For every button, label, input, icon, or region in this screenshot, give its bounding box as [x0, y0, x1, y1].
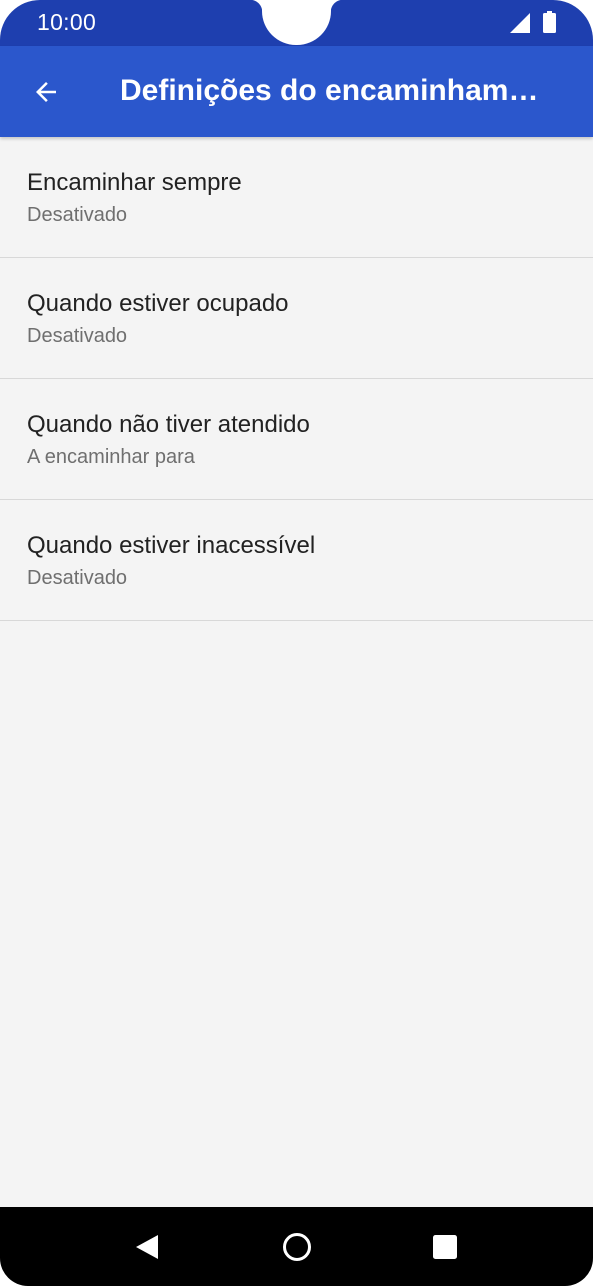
setting-title: Encaminhar sempre	[27, 169, 242, 196]
nav-back-button[interactable]	[125, 1225, 169, 1269]
page-title: Definições do encaminhamento de chamadas	[120, 74, 550, 107]
setting-always-forward[interactable]: Encaminhar sempre Desativado	[0, 137, 593, 258]
setting-forward-when-unreachable[interactable]: Quando estiver inacessível Desativado	[0, 500, 593, 621]
setting-forward-when-unanswered[interactable]: Quando não tiver atendido A encaminhar p…	[0, 379, 593, 500]
app-bar: Definições do encaminhamento de chamadas	[0, 46, 593, 137]
back-triangle-icon	[136, 1235, 158, 1259]
nav-recents-button[interactable]	[423, 1225, 467, 1269]
setting-forward-when-busy[interactable]: Quando estiver ocupado Desativado	[0, 258, 593, 379]
status-bar: 10:00	[0, 0, 593, 46]
recents-square-icon	[433, 1235, 457, 1259]
setting-summary: Desativado	[27, 567, 128, 589]
navigation-bar	[0, 1207, 593, 1286]
nav-home-button[interactable]	[275, 1225, 319, 1269]
home-circle-icon	[283, 1233, 311, 1261]
setting-summary: Desativado	[27, 325, 128, 347]
status-time: 10:00	[37, 9, 97, 35]
back-button[interactable]	[18, 64, 74, 120]
phone-screen: 10:00 Definições do encaminhamento de ch…	[0, 0, 593, 1286]
setting-summary: Desativado	[27, 204, 128, 226]
battery-icon	[543, 11, 556, 33]
arrow-left-icon	[36, 82, 56, 102]
settings-list: Encaminhar sempre Desativado Quando esti…	[0, 137, 593, 621]
signal-icon	[510, 13, 530, 33]
setting-summary: A encaminhar para	[27, 446, 195, 468]
setting-title: Quando não tiver atendido	[27, 411, 310, 438]
setting-title: Quando estiver inacessível	[27, 532, 316, 559]
camera-notch	[250, 0, 343, 45]
setting-title: Quando estiver ocupado	[27, 290, 289, 317]
